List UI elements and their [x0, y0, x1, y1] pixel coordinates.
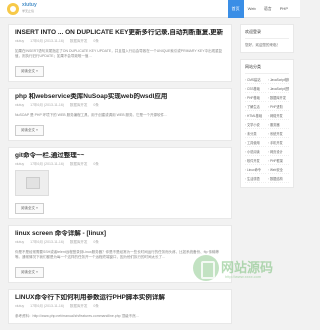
post-comments[interactable]: 0条	[93, 39, 98, 43]
site-tagline: 学无止境	[22, 9, 35, 13]
post-excerpt: NuSOAP 是 PHP 环境下的 WEB 服务编程工具，用于创建或调用 WEB…	[15, 113, 168, 117]
main-nav: 首页 Web 语言 PHP	[227, 0, 292, 18]
welcome-text: 您好，欢迎您的来临！	[245, 43, 280, 47]
site-brand[interactable]: xiutuy	[22, 2, 37, 8]
post-thumbnail-image[interactable]	[15, 170, 49, 196]
read-more-button[interactable]: 阅读全文 »	[15, 267, 44, 278]
post-meta: xiutuy 17年6月 (2013-11-16) 数据库开发 0条	[15, 304, 225, 309]
nav-item-home[interactable]: 首页	[227, 0, 244, 18]
category-link[interactable]: 数据库开发	[268, 95, 289, 102]
post-author[interactable]: xiutuy	[15, 304, 24, 308]
post-category[interactable]: 数据库开发	[70, 103, 88, 107]
post-category[interactable]: 数据库开发	[70, 304, 88, 308]
post-title[interactable]: INSERT INTO ... ON DUPLICATE KEY更新多行记录,自…	[15, 29, 225, 37]
watermark-overlay: 网站源码 http://www.xxxx.com	[185, 255, 295, 285]
sidebar: 欢迎登录 您好，欢迎您的来临！ 网站分类 CMS建站 JavaScript基础 …	[240, 24, 294, 194]
categories-widget: 网站分类 CMS建站 JavaScript基础 CSS基础 JavaScript…	[240, 59, 294, 188]
watermark-logo-icon	[193, 255, 219, 281]
category-link[interactable]: Linux命令	[245, 167, 266, 174]
category-link[interactable]: 系统开发	[268, 131, 289, 138]
category-link[interactable]: 服务器	[268, 122, 289, 129]
category-link[interactable]: 未分类	[245, 131, 266, 138]
welcome-widget: 欢迎登录 您好，欢迎您的来临！	[240, 24, 294, 53]
read-more-button[interactable]: 阅读全文 »	[15, 66, 44, 77]
post-card: INSERT INTO ... ON DUPLICATE KEY更新多行记录,自…	[8, 24, 232, 82]
post-date: 17年6月 (2013-11-16)	[30, 304, 64, 308]
category-list: CMS建站 JavaScript基础 CSS基础 JavaScript进阶 PH…	[245, 77, 289, 183]
category-link[interactable]: 软件开发	[245, 158, 266, 165]
category-link[interactable]: Web安全	[268, 167, 289, 174]
category-link[interactable]: PHP基础	[245, 95, 266, 102]
watermark-url: http://www.xxxx.com	[225, 274, 262, 279]
nav-item-language[interactable]: 语言	[260, 0, 276, 18]
nav-item-php[interactable]: PHP	[276, 0, 292, 18]
categories-title: 网站分类	[245, 64, 289, 74]
category-link[interactable]: 了解生活	[245, 104, 266, 111]
post-title[interactable]: linux screen 命令详解 - [linux]	[15, 230, 225, 238]
category-link[interactable]: 手机开发	[268, 140, 289, 147]
post-date: 17年6月 (2013-11-16)	[30, 103, 64, 107]
category-link[interactable]: 网络开发	[268, 113, 289, 120]
read-more-button[interactable]: 阅读全文 »	[15, 125, 44, 136]
category-link[interactable]: 网页设计	[268, 149, 289, 156]
post-comments[interactable]: 0条	[93, 103, 98, 107]
category-link[interactable]: 文学小说	[245, 122, 266, 129]
category-link[interactable]: JavaScript基础	[268, 77, 289, 84]
top-navbar: xiutuy 学无止境 首页 Web 语言 PHP	[0, 0, 300, 18]
category-link[interactable]: HTML基础	[245, 113, 266, 120]
post-excerpt: 参考资料：http://www.php.net/manual/zh/featur…	[15, 314, 140, 318]
post-category[interactable]: 数据库开发	[70, 162, 88, 166]
welcome-title: 欢迎登录	[245, 29, 289, 39]
post-card: php 和webservice类库NuSoap实现web的wsdl应用 xiut…	[8, 88, 232, 141]
post-category[interactable]: 数据库开发	[70, 240, 88, 244]
post-comments[interactable]: 0条	[93, 240, 98, 244]
category-link[interactable]: 工具使用	[245, 140, 266, 147]
post-body	[15, 170, 225, 196]
post-date: 17年6月 (2013-11-16)	[30, 162, 64, 166]
post-date: 17年6月 (2013-11-16)	[30, 39, 64, 43]
category-link[interactable]: 小说阅读	[245, 149, 266, 156]
post-author[interactable]: xiutuy	[15, 39, 24, 43]
category-link[interactable]: PHP进阶	[268, 104, 289, 111]
nav-item-web[interactable]: Web	[244, 0, 260, 18]
post-author[interactable]: xiutuy	[15, 103, 24, 107]
post-comments[interactable]: 0条	[93, 304, 98, 308]
category-link[interactable]: CMS建站	[245, 77, 266, 84]
category-link[interactable]: 数据结构	[268, 176, 289, 183]
post-comments[interactable]: 0条	[93, 162, 98, 166]
category-link[interactable]: PHP框架	[268, 158, 289, 165]
post-card: git命令一栏,通过整理~~ xiutuy 17年6月 (2013-11-16)…	[8, 147, 232, 219]
post-title[interactable]: php 和webservice类库NuSoap实现web的wsdl应用	[15, 93, 225, 101]
post-meta: xiutuy 17年6月 (2013-11-16) 数据库开发 0条	[15, 162, 225, 167]
site-logo-icon[interactable]	[6, 2, 20, 16]
post-meta: xiutuy 17年6月 (2013-11-16) 数据库开发 0条	[15, 103, 225, 108]
post-meta: xiutuy 17年6月 (2013-11-16) 数据库开发 0条	[15, 39, 225, 44]
post-card: LINUX命令行下如何利用参数运行PHP脚本实例详解 xiutuy 17年6月 …	[8, 289, 232, 324]
post-title[interactable]: git命令一栏,通过整理~~	[15, 152, 225, 160]
category-link[interactable]: 生活感悟	[245, 176, 266, 183]
post-category[interactable]: 数据库开发	[70, 39, 88, 43]
category-link[interactable]: JavaScript进阶	[268, 86, 289, 93]
read-more-button[interactable]: 阅读全文 »	[15, 203, 44, 214]
post-author[interactable]: xiutuy	[15, 162, 24, 166]
category-link[interactable]: CSS基础	[245, 86, 266, 93]
post-excerpt: 如果在INSERT语句末尾指定了ON DUPLICATE KEY UPDATE，…	[15, 49, 223, 58]
post-meta: xiutuy 17年6月 (2013-11-16) 数据库开发 0条	[15, 240, 225, 245]
post-date: 17年6月 (2013-11-16)	[30, 240, 64, 244]
post-author[interactable]: xiutuy	[15, 240, 24, 244]
post-title[interactable]: LINUX命令行下如何利用参数运行PHP脚本实例详解	[15, 294, 225, 302]
